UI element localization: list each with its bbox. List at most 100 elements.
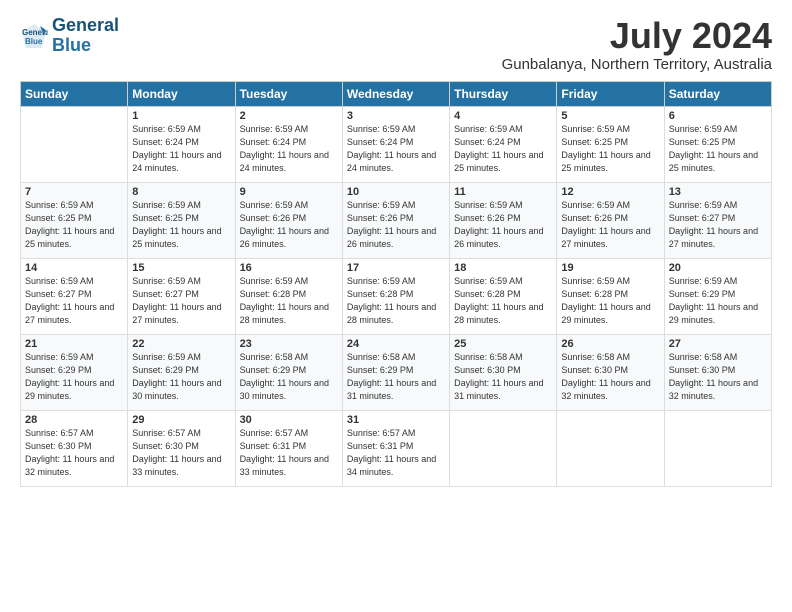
day-cell: 16Sunrise: 6:59 AM Sunset: 6:28 PM Dayli… [235,258,342,334]
day-cell: 31Sunrise: 6:57 AM Sunset: 6:31 PM Dayli… [342,410,449,486]
day-cell [557,410,664,486]
day-cell: 1Sunrise: 6:59 AM Sunset: 6:24 PM Daylig… [128,106,235,182]
day-detail: Sunrise: 6:59 AM Sunset: 6:28 PM Dayligh… [347,275,445,327]
day-number: 4 [454,110,552,122]
day-cell: 20Sunrise: 6:59 AM Sunset: 6:29 PM Dayli… [664,258,771,334]
day-cell: 6Sunrise: 6:59 AM Sunset: 6:25 PM Daylig… [664,106,771,182]
subtitle: Gunbalanya, Northern Territory, Australi… [502,56,772,73]
day-number: 10 [347,186,445,198]
day-cell [450,410,557,486]
day-cell: 3Sunrise: 6:59 AM Sunset: 6:24 PM Daylig… [342,106,449,182]
day-number: 14 [25,262,123,274]
day-number: 15 [132,262,230,274]
day-detail: Sunrise: 6:59 AM Sunset: 6:24 PM Dayligh… [454,123,552,175]
day-number: 24 [347,338,445,350]
day-cell [664,410,771,486]
calendar-table: Sunday Monday Tuesday Wednesday Thursday… [20,81,772,487]
day-number: 13 [669,186,767,198]
day-detail: Sunrise: 6:59 AM Sunset: 6:27 PM Dayligh… [669,199,767,251]
header-row: Sunday Monday Tuesday Wednesday Thursday… [21,81,772,106]
day-number: 5 [561,110,659,122]
week-row-4: 21 Sunrise: 6:59 AM Sunset: 6:29 PM Dayli… [21,334,772,410]
day-detail: Sunrise: 6:57 AM Sunset: 6:30 PM Dayligh… [25,427,123,479]
day-number: 16 [240,262,338,274]
day-number: 23 [240,338,338,350]
col-saturday: Saturday [664,81,771,106]
day-detail: Sunrise: 6:59 AM Sunset: 6:26 PM Dayligh… [240,199,338,251]
day-cell: 4Sunrise: 6:59 AM Sunset: 6:24 PM Daylig… [450,106,557,182]
day-number: 18 [454,262,552,274]
day-number: 31 [347,414,445,426]
logo: General Blue General Blue [20,16,119,56]
day-detail: Sunrise: 6:59 AM Sunset: 6:25 PM Dayligh… [25,199,123,251]
day-cell: 17Sunrise: 6:59 AM Sunset: 6:28 PM Dayli… [342,258,449,334]
day-cell: 19Sunrise: 6:59 AM Sunset: 6:28 PM Dayli… [557,258,664,334]
day-number: 9 [240,186,338,198]
day-detail: Sunrise: 6:59 AM Sunset: 6:28 PM Dayligh… [561,275,659,327]
week-row-5: 28Sunrise: 6:57 AM Sunset: 6:30 PM Dayli… [21,410,772,486]
logo-text: General Blue [52,16,119,56]
day-cell: 27Sunrise: 6:58 AM Sunset: 6:30 PM Dayli… [664,334,771,410]
day-cell: 7Sunrise: 6:59 AM Sunset: 6:25 PM Daylig… [21,182,128,258]
day-cell: 25Sunrise: 6:58 AM Sunset: 6:30 PM Dayli… [450,334,557,410]
day-number: 29 [132,414,230,426]
week-row-3: 14Sunrise: 6:59 AM Sunset: 6:27 PM Dayli… [21,258,772,334]
day-number: 2 [240,110,338,122]
day-cell: 5Sunrise: 6:59 AM Sunset: 6:25 PM Daylig… [557,106,664,182]
day-cell: 14Sunrise: 6:59 AM Sunset: 6:27 PM Dayli… [21,258,128,334]
day-detail: Sunrise: 6:59 AM Sunset: 6:28 PM Dayligh… [240,275,338,327]
logo-general: General [52,15,119,35]
day-number: 3 [347,110,445,122]
day-cell: 11Sunrise: 6:59 AM Sunset: 6:26 PM Dayli… [450,182,557,258]
day-detail: Sunrise: 6:58 AM Sunset: 6:30 PM Dayligh… [561,351,659,403]
day-number: 19 [561,262,659,274]
day-detail: Sunrise: 6:59 AM Sunset: 6:26 PM Dayligh… [454,199,552,251]
day-number: 8 [132,186,230,198]
day-cell: 15Sunrise: 6:59 AM Sunset: 6:27 PM Dayli… [128,258,235,334]
day-detail: Sunrise: 6:59 AM Sunset: 6:24 PM Dayligh… [240,123,338,175]
day-number: 12 [561,186,659,198]
day-number: 1 [132,110,230,122]
day-detail: Sunrise: 6:58 AM Sunset: 6:29 PM Dayligh… [240,351,338,403]
day-cell: 23Sunrise: 6:58 AM Sunset: 6:29 PM Dayli… [235,334,342,410]
day-cell: 28Sunrise: 6:57 AM Sunset: 6:30 PM Dayli… [21,410,128,486]
day-cell: 9Sunrise: 6:59 AM Sunset: 6:26 PM Daylig… [235,182,342,258]
day-number: 21 [25,338,123,350]
day-detail: Sunrise: 6:59 AM Sunset: 6:27 PM Dayligh… [25,275,123,327]
day-cell: 12Sunrise: 6:59 AM Sunset: 6:26 PM Dayli… [557,182,664,258]
day-cell: 26Sunrise: 6:58 AM Sunset: 6:30 PM Dayli… [557,334,664,410]
day-detail: Sunrise: 6:59 AM Sunset: 6:24 PM Dayligh… [132,123,230,175]
day-cell: 24Sunrise: 6:58 AM Sunset: 6:29 PM Dayli… [342,334,449,410]
day-cell: 10Sunrise: 6:59 AM Sunset: 6:26 PM Dayli… [342,182,449,258]
day-cell: 2Sunrise: 6:59 AM Sunset: 6:24 PM Daylig… [235,106,342,182]
day-number: 27 [669,338,767,350]
day-detail: Sunrise: 6:59 AM Sunset: 6:27 PM Dayligh… [132,275,230,327]
day-detail: Sunrise: 6:58 AM Sunset: 6:29 PM Dayligh… [347,351,445,403]
day-detail: Sunrise: 6:59 AM Sunset: 6:28 PM Dayligh… [454,275,552,327]
day-detail: Sunrise: 6:59 AM Sunset: 6:25 PM Dayligh… [132,199,230,251]
day-detail: Sunrise: 6:59 AM Sunset: 6:26 PM Dayligh… [561,199,659,251]
day-number: 17 [347,262,445,274]
col-wednesday: Wednesday [342,81,449,106]
day-number: 20 [669,262,767,274]
day-detail: Sunrise: 6:59 AM Sunset: 6:24 PM Dayligh… [347,123,445,175]
day-detail: Sunrise: 6:59 AM Sunset: 6:29 PM Dayligh… [132,351,230,403]
logo-icon: General Blue [20,22,48,50]
title-block: July 2024 Gunbalanya, Northern Territory… [502,16,772,73]
day-number: 7 [25,186,123,198]
day-number: 25 [454,338,552,350]
day-detail: Sunrise: 6:59 AM Sunset: 6:26 PM Dayligh… [347,199,445,251]
logo-blue: Blue [52,35,91,55]
day-cell: 13Sunrise: 6:59 AM Sunset: 6:27 PM Dayli… [664,182,771,258]
col-thursday: Thursday [450,81,557,106]
main-title: July 2024 [502,16,772,56]
day-detail: Sunrise: 6:57 AM Sunset: 6:31 PM Dayligh… [240,427,338,479]
day-cell: 21Sunrise: 6:59 AM Sunset: 6:29 PM Dayli… [21,334,128,410]
day-cell: 30Sunrise: 6:57 AM Sunset: 6:31 PM Dayli… [235,410,342,486]
day-cell: 8Sunrise: 6:59 AM Sunset: 6:25 PM Daylig… [128,182,235,258]
col-monday: Monday [128,81,235,106]
day-cell: 29Sunrise: 6:57 AM Sunset: 6:30 PM Dayli… [128,410,235,486]
day-number: 30 [240,414,338,426]
day-detail: Sunrise: 6:57 AM Sunset: 6:30 PM Dayligh… [132,427,230,479]
day-number: 28 [25,414,123,426]
